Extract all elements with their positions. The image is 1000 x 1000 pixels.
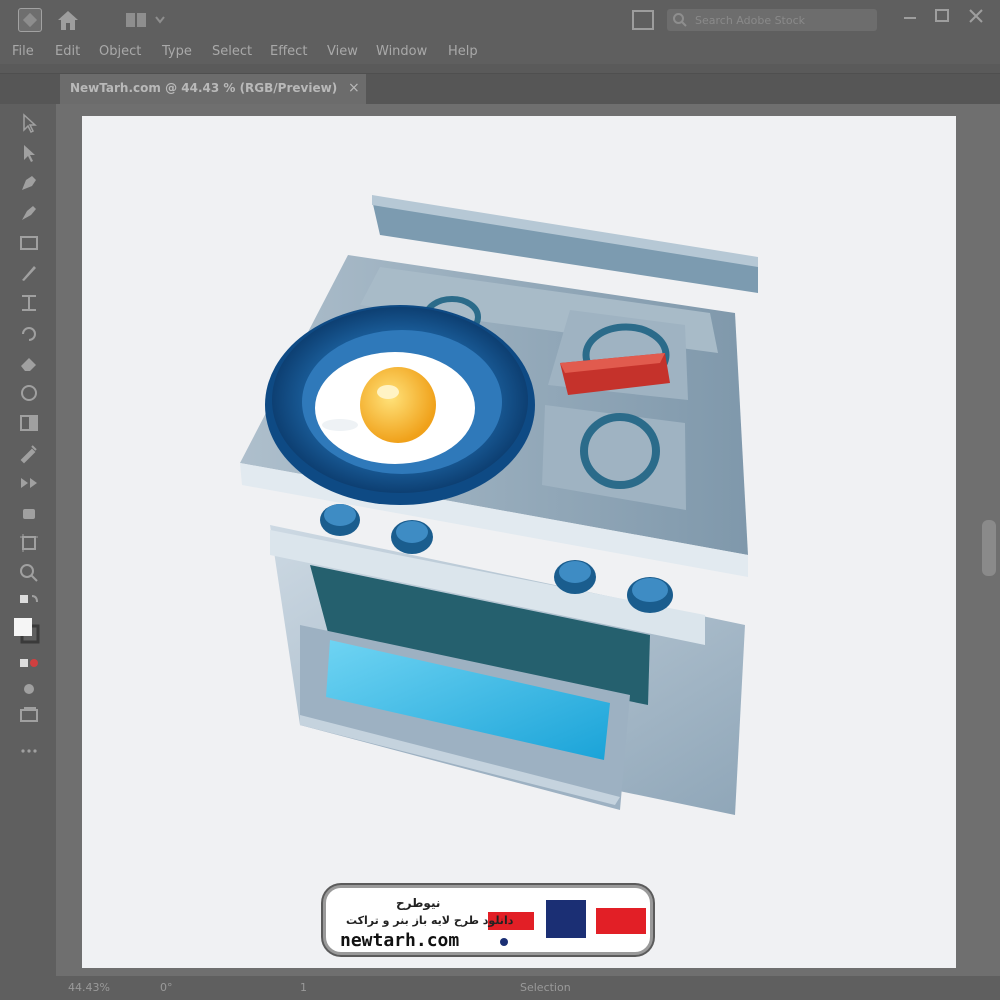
home-icon[interactable] (56, 9, 80, 31)
title-bar (0, 0, 1000, 42)
status-bar: 44.43% 0° 1 Selection (0, 976, 1000, 1000)
maximize-icon[interactable] (930, 6, 954, 26)
minimize-icon[interactable] (898, 6, 922, 26)
stock-search[interactable] (667, 9, 877, 31)
artboard-number[interactable]: 1 (300, 981, 307, 994)
rotation-value[interactable]: 0° (160, 981, 173, 994)
menu-type[interactable]: Type (162, 44, 192, 59)
menu-select[interactable]: Select (212, 44, 252, 59)
rotate-tool-icon[interactable] (18, 322, 40, 344)
watermark-brand: نیوطرح (396, 896, 441, 910)
menu-file[interactable]: File (12, 44, 34, 59)
document-tab-row: NewTarh.com @ 44.43 % (RGB/Preview) × (0, 74, 1000, 104)
menu-object[interactable]: Object (99, 44, 141, 59)
current-tool: Selection (520, 981, 571, 994)
workspace-switcher-icon[interactable] (124, 11, 170, 29)
menu-bar: File Edit Object Type Select Effect View… (0, 42, 1000, 64)
swap-colors-icon[interactable] (18, 592, 40, 614)
eraser-tool-icon[interactable] (18, 352, 40, 374)
blend-tool-icon[interactable] (18, 472, 40, 494)
document-tab-title: NewTarh.com @ 44.43 % (RGB/Preview) (70, 81, 338, 95)
screen-mode-icon[interactable] (18, 704, 40, 726)
close-window-icon[interactable] (964, 6, 988, 26)
fill-stroke-swatch-icon[interactable] (12, 616, 42, 646)
arrange-documents-icon[interactable] (632, 10, 654, 30)
search-input[interactable] (695, 12, 871, 28)
artboard-tool-icon[interactable] (18, 532, 40, 554)
menu-help[interactable]: Help (448, 44, 478, 59)
rectangle-tool-icon[interactable] (18, 232, 40, 254)
menu-edit[interactable]: Edit (55, 44, 80, 59)
menu-window[interactable]: Window (376, 44, 427, 59)
direct-selection-tool-icon[interactable] (18, 142, 40, 164)
document-tab[interactable]: NewTarh.com @ 44.43 % (RGB/Preview) × (60, 74, 366, 104)
newtarh-watermark: نیوطرح دانلود طرح لایه باز بنر و تراکت n… (323, 885, 653, 955)
stove-illustration (240, 195, 758, 815)
symbol-sprayer-tool-icon[interactable] (18, 502, 40, 524)
search-icon (673, 13, 687, 27)
control-bar (0, 64, 1000, 74)
zoom-tool-icon[interactable] (18, 562, 40, 584)
eyedropper-tool-icon[interactable] (18, 442, 40, 464)
menu-effect[interactable]: Effect (270, 44, 307, 59)
curvature-tool-icon[interactable] (18, 202, 40, 224)
vertical-scrollbar[interactable] (982, 520, 996, 576)
watermark-url: newtarh.com (340, 930, 460, 951)
pen-tool-icon[interactable] (18, 172, 40, 194)
paintbrush-tool-icon[interactable] (18, 262, 40, 284)
close-tab-icon[interactable]: × (348, 80, 360, 96)
shape-builder-tool-icon[interactable] (18, 382, 40, 404)
watermark-tagline: دانلود طرح لایه باز بنر و تراکت (346, 914, 514, 927)
illustrator-logo-icon[interactable] (18, 8, 42, 32)
menu-view[interactable]: View (327, 44, 358, 59)
width-tool-icon[interactable] (18, 292, 40, 314)
zoom-level[interactable]: 44.43% (68, 981, 110, 994)
color-mode-icon[interactable] (18, 652, 40, 674)
selection-tool-icon[interactable] (18, 112, 40, 134)
draw-mode-icon[interactable] (18, 678, 40, 700)
tools-panel (0, 104, 56, 976)
more-tools-icon[interactable] (18, 740, 40, 762)
stove-knob-1 (320, 504, 360, 536)
gradient-tool-icon[interactable] (18, 412, 40, 434)
